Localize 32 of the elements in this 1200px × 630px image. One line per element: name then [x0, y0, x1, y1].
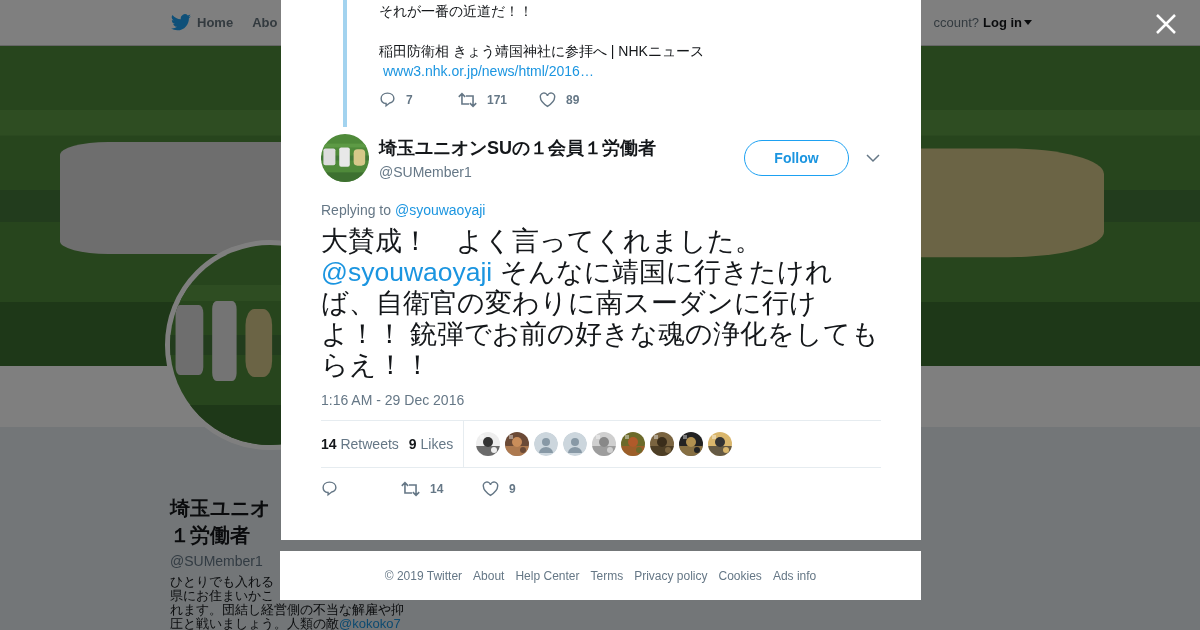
reply-icon: [321, 480, 338, 497]
like-count[interactable]: 9 Likes: [408, 436, 454, 452]
bio-text: 圧と戦いましょう。人類の敵: [170, 616, 339, 630]
bio-text: れます。団結し経営側の不当な解雇や抑: [170, 603, 404, 617]
caret-icon: [1024, 20, 1032, 25]
default-avatar-icon: [534, 432, 559, 456]
footer-link[interactable]: Privacy policy: [634, 568, 708, 583]
default-avatar-icon: [563, 432, 588, 456]
profile-handle: @SUMember1: [170, 553, 263, 569]
bird-icon: [171, 14, 191, 31]
nav-link[interactable]: Abo: [252, 15, 278, 30]
footer-link[interactable]: About: [473, 568, 505, 583]
footer-link[interactable]: © 2019 Twitter: [384, 568, 463, 583]
footer-link[interactable]: Help Center: [515, 568, 580, 583]
footer-link[interactable]: Ads info: [772, 568, 817, 583]
bio-text: 県にお住まいかこ: [170, 589, 274, 603]
retweet-icon: [401, 480, 420, 497]
profile-name: １労働者: [170, 523, 250, 548]
like-button[interactable]: 9: [482, 480, 542, 497]
close-button[interactable]: [1154, 12, 1178, 36]
heart-icon: [482, 480, 499, 497]
retweet-count[interactable]: 14 Retweets: [321, 436, 399, 452]
tweet-time: 1:16 AM - 29 Dec 2016: [321, 392, 466, 408]
retweet-button[interactable]: 14: [401, 480, 482, 497]
nav-link[interactable]: Home: [171, 14, 234, 31]
footer-link[interactable]: Cookies: [718, 568, 762, 583]
bio-text: ひとりでも入れる: [170, 575, 274, 589]
login-link[interactable]: Log in: [983, 15, 1032, 30]
footer-link[interactable]: Terms: [590, 568, 624, 583]
profile-name: 埼玉ユニオ: [170, 496, 270, 521]
tweet-text: それが一番の近道だ！！: [379, 2, 534, 21]
account-prompt: ccount?: [933, 15, 979, 30]
